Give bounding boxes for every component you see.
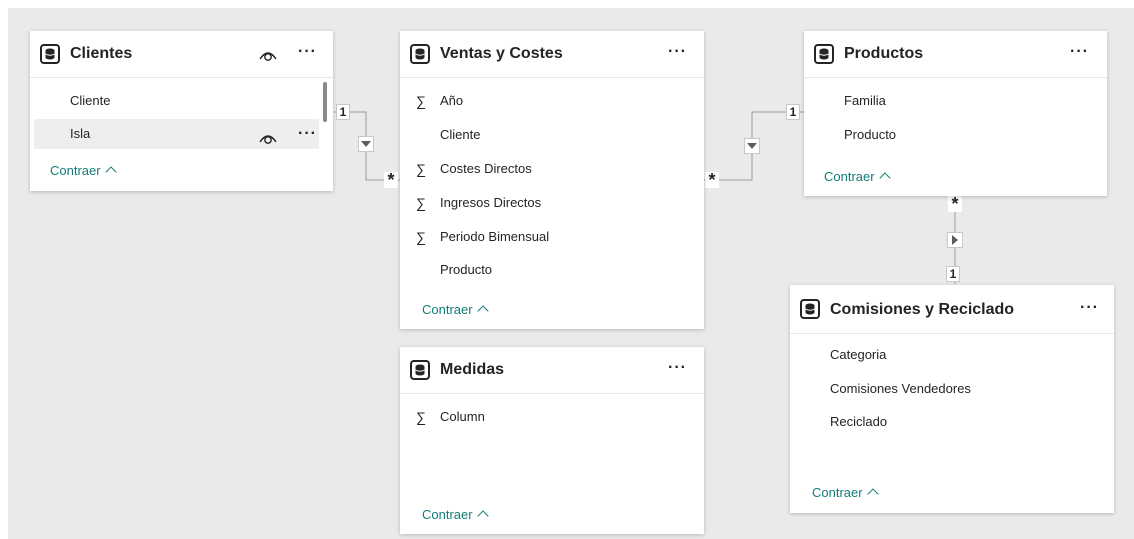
more-options-button[interactable]: ··· (1080, 298, 1099, 318)
table-card-ventas-y-costes[interactable]: Ventas y Costes ··· ∑ Año Cliente ∑ Cost… (400, 31, 704, 329)
field-name: Cliente (70, 93, 111, 108)
visibility-eye-icon[interactable] (258, 46, 278, 67)
table-title: Medidas (440, 361, 505, 378)
collapse-label: Contraer (50, 163, 101, 178)
table-card-medidas[interactable]: Medidas ··· ∑ Column Contraer (400, 347, 704, 534)
sigma-icon: ∑ (416, 229, 426, 245)
field-row[interactable]: ∑ Ingresos Directos (400, 188, 704, 218)
cardinality-one-comisiones: 1 (946, 266, 960, 282)
table-icon (40, 44, 60, 64)
field-row[interactable]: Cliente (400, 120, 704, 150)
cardinality-one-clientes: 1 (336, 104, 350, 120)
more-options-button[interactable]: ··· (668, 42, 687, 62)
chevron-up-icon (866, 488, 879, 500)
field-name: Column (440, 409, 485, 424)
table-card-comisiones-y-reciclado[interactable]: Comisiones y Reciclado ··· Categoria Com… (790, 285, 1114, 513)
card-header[interactable]: Clientes ··· (30, 31, 333, 78)
field-row[interactable]: Categoria (790, 340, 1114, 370)
collapse-button[interactable]: Contraer (422, 507, 489, 522)
card-header[interactable]: Comisiones y Reciclado ··· (790, 285, 1114, 334)
collapse-button[interactable]: Contraer (422, 302, 489, 317)
visibility-eye-icon[interactable] (258, 126, 278, 156)
collapse-button[interactable]: Contraer (50, 163, 117, 178)
cross-filter-direction-icon[interactable] (358, 136, 374, 152)
table-card-clientes[interactable]: Clientes ··· Cliente Isla ··· Contraer (30, 31, 333, 191)
collapse-label: Contraer (824, 169, 875, 184)
more-options-button[interactable]: ··· (298, 124, 317, 144)
sigma-icon: ∑ (416, 195, 426, 211)
chevron-up-icon (104, 166, 117, 178)
chevron-up-icon (878, 172, 891, 184)
field-name: Cliente (440, 127, 481, 142)
field-name: Comisiones Vendedores (830, 381, 971, 396)
table-title: Comisiones y Reciclado (830, 301, 1015, 318)
more-options-button[interactable]: ··· (1070, 42, 1089, 62)
cardinality-many-productos-bottom: * (948, 195, 962, 213)
more-options-button[interactable]: ··· (668, 358, 687, 378)
field-row[interactable]: ∑ Column (400, 402, 704, 432)
card-header[interactable]: Ventas y Costes ··· (400, 31, 704, 78)
table-icon (814, 44, 834, 64)
table-icon (410, 44, 430, 64)
field-name: Periodo Bimensual (440, 229, 550, 244)
chevron-up-icon (476, 510, 489, 522)
sigma-icon: ∑ (416, 93, 426, 109)
collapse-label: Contraer (422, 302, 473, 317)
field-row[interactable]: Producto (804, 120, 1107, 150)
table-title: Ventas y Costes (440, 45, 563, 62)
field-row[interactable]: Comisiones Vendedores (790, 374, 1114, 404)
table-title: Clientes (70, 45, 133, 62)
table-title: Productos (844, 45, 924, 62)
cardinality-one-productos: 1 (786, 104, 800, 120)
cardinality-many-ventas-right: * (705, 171, 719, 189)
field-name: Producto (440, 262, 493, 277)
field-name: Año (440, 93, 464, 108)
chevron-up-icon (476, 305, 489, 317)
field-row[interactable]: Familia (804, 86, 1107, 116)
more-options-button[interactable]: ··· (298, 42, 317, 62)
table-icon (800, 299, 820, 319)
cross-filter-direction-icon[interactable] (947, 232, 963, 248)
field-name: Familia (844, 93, 886, 108)
field-row[interactable]: Reciclado (790, 407, 1114, 437)
scrollbar[interactable] (323, 82, 327, 122)
field-row[interactable]: ∑ Año (400, 86, 704, 116)
field-name: Ingresos Directos (440, 195, 542, 210)
sigma-icon: ∑ (416, 409, 426, 425)
field-name: Categoria (830, 347, 887, 362)
cardinality-many-ventas-left: * (384, 171, 398, 189)
field-row[interactable]: Isla ··· (34, 119, 319, 149)
field-name: Reciclado (830, 414, 888, 429)
cross-filter-direction-icon[interactable] (744, 138, 760, 154)
field-name: Costes Directos (440, 161, 532, 176)
field-row[interactable]: ∑ Costes Directos (400, 154, 704, 184)
collapse-label: Contraer (422, 507, 473, 522)
card-header[interactable]: Productos ··· (804, 31, 1107, 78)
field-row[interactable]: Producto (400, 255, 704, 285)
collapse-button[interactable]: Contraer (812, 485, 879, 500)
field-name: Producto (844, 127, 897, 142)
card-header[interactable]: Medidas ··· (400, 347, 704, 394)
collapse-label: Contraer (812, 485, 863, 500)
field-name: Isla (70, 126, 91, 141)
table-card-productos[interactable]: Productos ··· Familia Producto Contraer (804, 31, 1107, 196)
table-icon (410, 360, 430, 380)
collapse-button[interactable]: Contraer (824, 169, 891, 184)
field-row[interactable]: Cliente (30, 86, 333, 116)
field-row[interactable]: ∑ Periodo Bimensual (400, 222, 704, 252)
sigma-icon: ∑ (416, 161, 426, 177)
